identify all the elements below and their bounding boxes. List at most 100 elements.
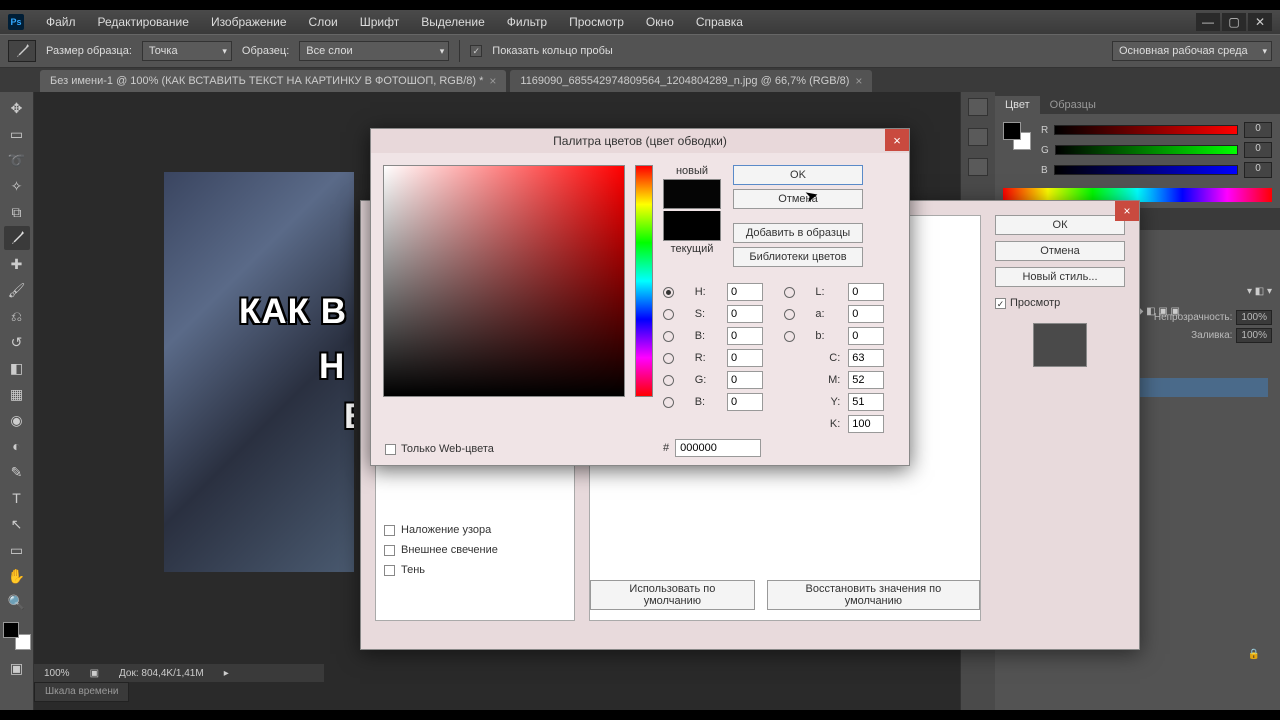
b-radio[interactable]	[784, 331, 795, 342]
menu-image[interactable]: Изображение	[201, 11, 297, 33]
effect-outer-glow[interactable]: Внешнее свечение	[376, 540, 574, 560]
current-color-swatch[interactable]	[663, 211, 721, 241]
bv-input[interactable]	[727, 327, 763, 345]
r-radio[interactable]	[663, 353, 674, 364]
chevron-right-icon[interactable]: ▸	[224, 668, 229, 679]
r-input[interactable]	[727, 349, 763, 367]
menu-select[interactable]: Выделение	[411, 11, 495, 33]
tab-color[interactable]: Цвет	[995, 96, 1040, 114]
close-button[interactable]: ✕	[1248, 13, 1272, 31]
hue-slider[interactable]	[635, 165, 653, 397]
web-only-checkbox[interactable]: Только Web-цвета	[385, 443, 494, 455]
effect-drop-shadow[interactable]: Тень	[376, 560, 574, 580]
color-swatches[interactable]	[3, 622, 31, 650]
workspace-select[interactable]: Основная рабочая среда	[1112, 41, 1272, 61]
menu-filter[interactable]: Фильтр	[497, 11, 557, 33]
close-button[interactable]: ×	[1115, 201, 1139, 221]
quick-mask-tool[interactable]: ▣	[4, 656, 30, 680]
menu-window[interactable]: Окно	[636, 11, 684, 33]
close-button[interactable]: ×	[885, 129, 909, 151]
type-tool[interactable]: T	[4, 486, 30, 510]
zoom-tool[interactable]: 🔍	[4, 590, 30, 614]
close-icon[interactable]: ×	[489, 74, 496, 88]
menu-type[interactable]: Шрифт	[350, 11, 409, 33]
path-tool[interactable]: ↖	[4, 512, 30, 536]
eyedropper-tool[interactable]	[4, 226, 30, 250]
b-value[interactable]: 0	[1244, 162, 1272, 178]
h-input[interactable]	[727, 283, 763, 301]
m-input[interactable]	[848, 371, 884, 389]
color-libraries-button[interactable]: Библиотеки цветов	[733, 247, 863, 267]
c-input[interactable]	[848, 349, 884, 367]
r-slider[interactable]	[1054, 125, 1238, 135]
fill-value[interactable]: 100%	[1236, 328, 1272, 343]
bb-input[interactable]	[848, 327, 884, 345]
g-slider[interactable]	[1055, 145, 1238, 155]
checkbox[interactable]	[384, 525, 395, 536]
b-input[interactable]	[727, 393, 763, 411]
hand-tool[interactable]: ✋	[4, 564, 30, 588]
lasso-tool[interactable]: ➰	[4, 148, 30, 172]
minimize-button[interactable]: —	[1196, 13, 1220, 31]
s-radio[interactable]	[663, 309, 674, 320]
wand-tool[interactable]: ✧	[4, 174, 30, 198]
b-slider[interactable]	[1054, 165, 1238, 175]
a-input[interactable]	[848, 305, 884, 323]
crop-tool[interactable]: ⧉	[4, 200, 30, 224]
r-value[interactable]: 0	[1244, 122, 1272, 138]
bv-radio[interactable]	[663, 331, 674, 342]
add-to-swatches-button[interactable]: Добавить в образцы	[733, 223, 863, 243]
menu-file[interactable]: Файл	[36, 11, 86, 33]
use-default-button[interactable]: Использовать по умолчанию	[590, 580, 755, 610]
checkbox[interactable]	[384, 565, 395, 576]
ok-button[interactable]: OK	[733, 165, 863, 185]
l-radio[interactable]	[784, 287, 795, 298]
blur-tool[interactable]: ◉	[4, 408, 30, 432]
zoom-level[interactable]: 100%	[44, 668, 70, 679]
restore-default-button[interactable]: Восстановить значения по умолчанию	[767, 580, 980, 610]
eraser-tool[interactable]: ◧	[4, 356, 30, 380]
tab-swatches[interactable]: Образцы	[1040, 96, 1106, 114]
canvas-document[interactable]: КАК В Н В	[164, 172, 354, 572]
cancel-button[interactable]: Отмена	[733, 189, 863, 209]
g-radio[interactable]	[663, 375, 674, 386]
new-style-button[interactable]: Новый стиль...	[995, 267, 1125, 287]
doc-tab-2[interactable]: 1169090_685542974809564_1204804289_n.jpg…	[510, 70, 872, 92]
stamp-tool[interactable]: ⎌	[4, 304, 30, 328]
s-input[interactable]	[727, 305, 763, 323]
heal-tool[interactable]: ✚	[4, 252, 30, 276]
doc-tab-1[interactable]: Без имени-1 @ 100% (КАК ВСТАВИТЬ ТЕКСТ Н…	[40, 70, 506, 92]
mini-fg-swatch[interactable]	[1003, 122, 1021, 140]
maximize-button[interactable]: ▢	[1222, 13, 1246, 31]
l-input[interactable]	[848, 283, 884, 301]
y-input[interactable]	[848, 393, 884, 411]
k-input[interactable]	[848, 415, 884, 433]
gradient-tool[interactable]: ▦	[4, 382, 30, 406]
saturation-brightness-field[interactable]	[383, 165, 625, 397]
menu-help[interactable]: Справка	[686, 11, 753, 33]
dock-icon-2[interactable]	[968, 128, 988, 146]
b2-radio[interactable]	[663, 397, 674, 408]
timeline-panel-tab[interactable]: Шкала времени	[34, 682, 129, 702]
marquee-tool[interactable]: ▭	[4, 122, 30, 146]
opacity-value[interactable]: 100%	[1236, 310, 1272, 325]
preview-checkbox[interactable]: ✓Просмотр	[995, 297, 1125, 309]
show-ring-checkbox[interactable]: ✓	[470, 45, 482, 57]
effect-pattern-overlay[interactable]: Наложение узора	[376, 520, 574, 540]
foreground-color-swatch[interactable]	[3, 622, 19, 638]
move-tool[interactable]: ✥	[4, 96, 30, 120]
dock-icon-1[interactable]	[968, 98, 988, 116]
menu-view[interactable]: Просмотр	[559, 11, 634, 33]
hex-input[interactable]	[675, 439, 761, 457]
eyedropper-icon[interactable]	[8, 40, 36, 62]
close-icon[interactable]: ×	[855, 74, 862, 88]
cancel-button[interactable]: Отмена	[995, 241, 1125, 261]
shape-tool[interactable]: ▭	[4, 538, 30, 562]
a-radio[interactable]	[784, 309, 795, 320]
sample-size-select[interactable]: Точка	[142, 41, 232, 61]
g-input[interactable]	[727, 371, 763, 389]
menu-layers[interactable]: Слои	[299, 11, 348, 33]
checkbox[interactable]	[384, 545, 395, 556]
dock-icon-3[interactable]	[968, 158, 988, 176]
dodge-tool[interactable]: ◐	[4, 434, 30, 458]
